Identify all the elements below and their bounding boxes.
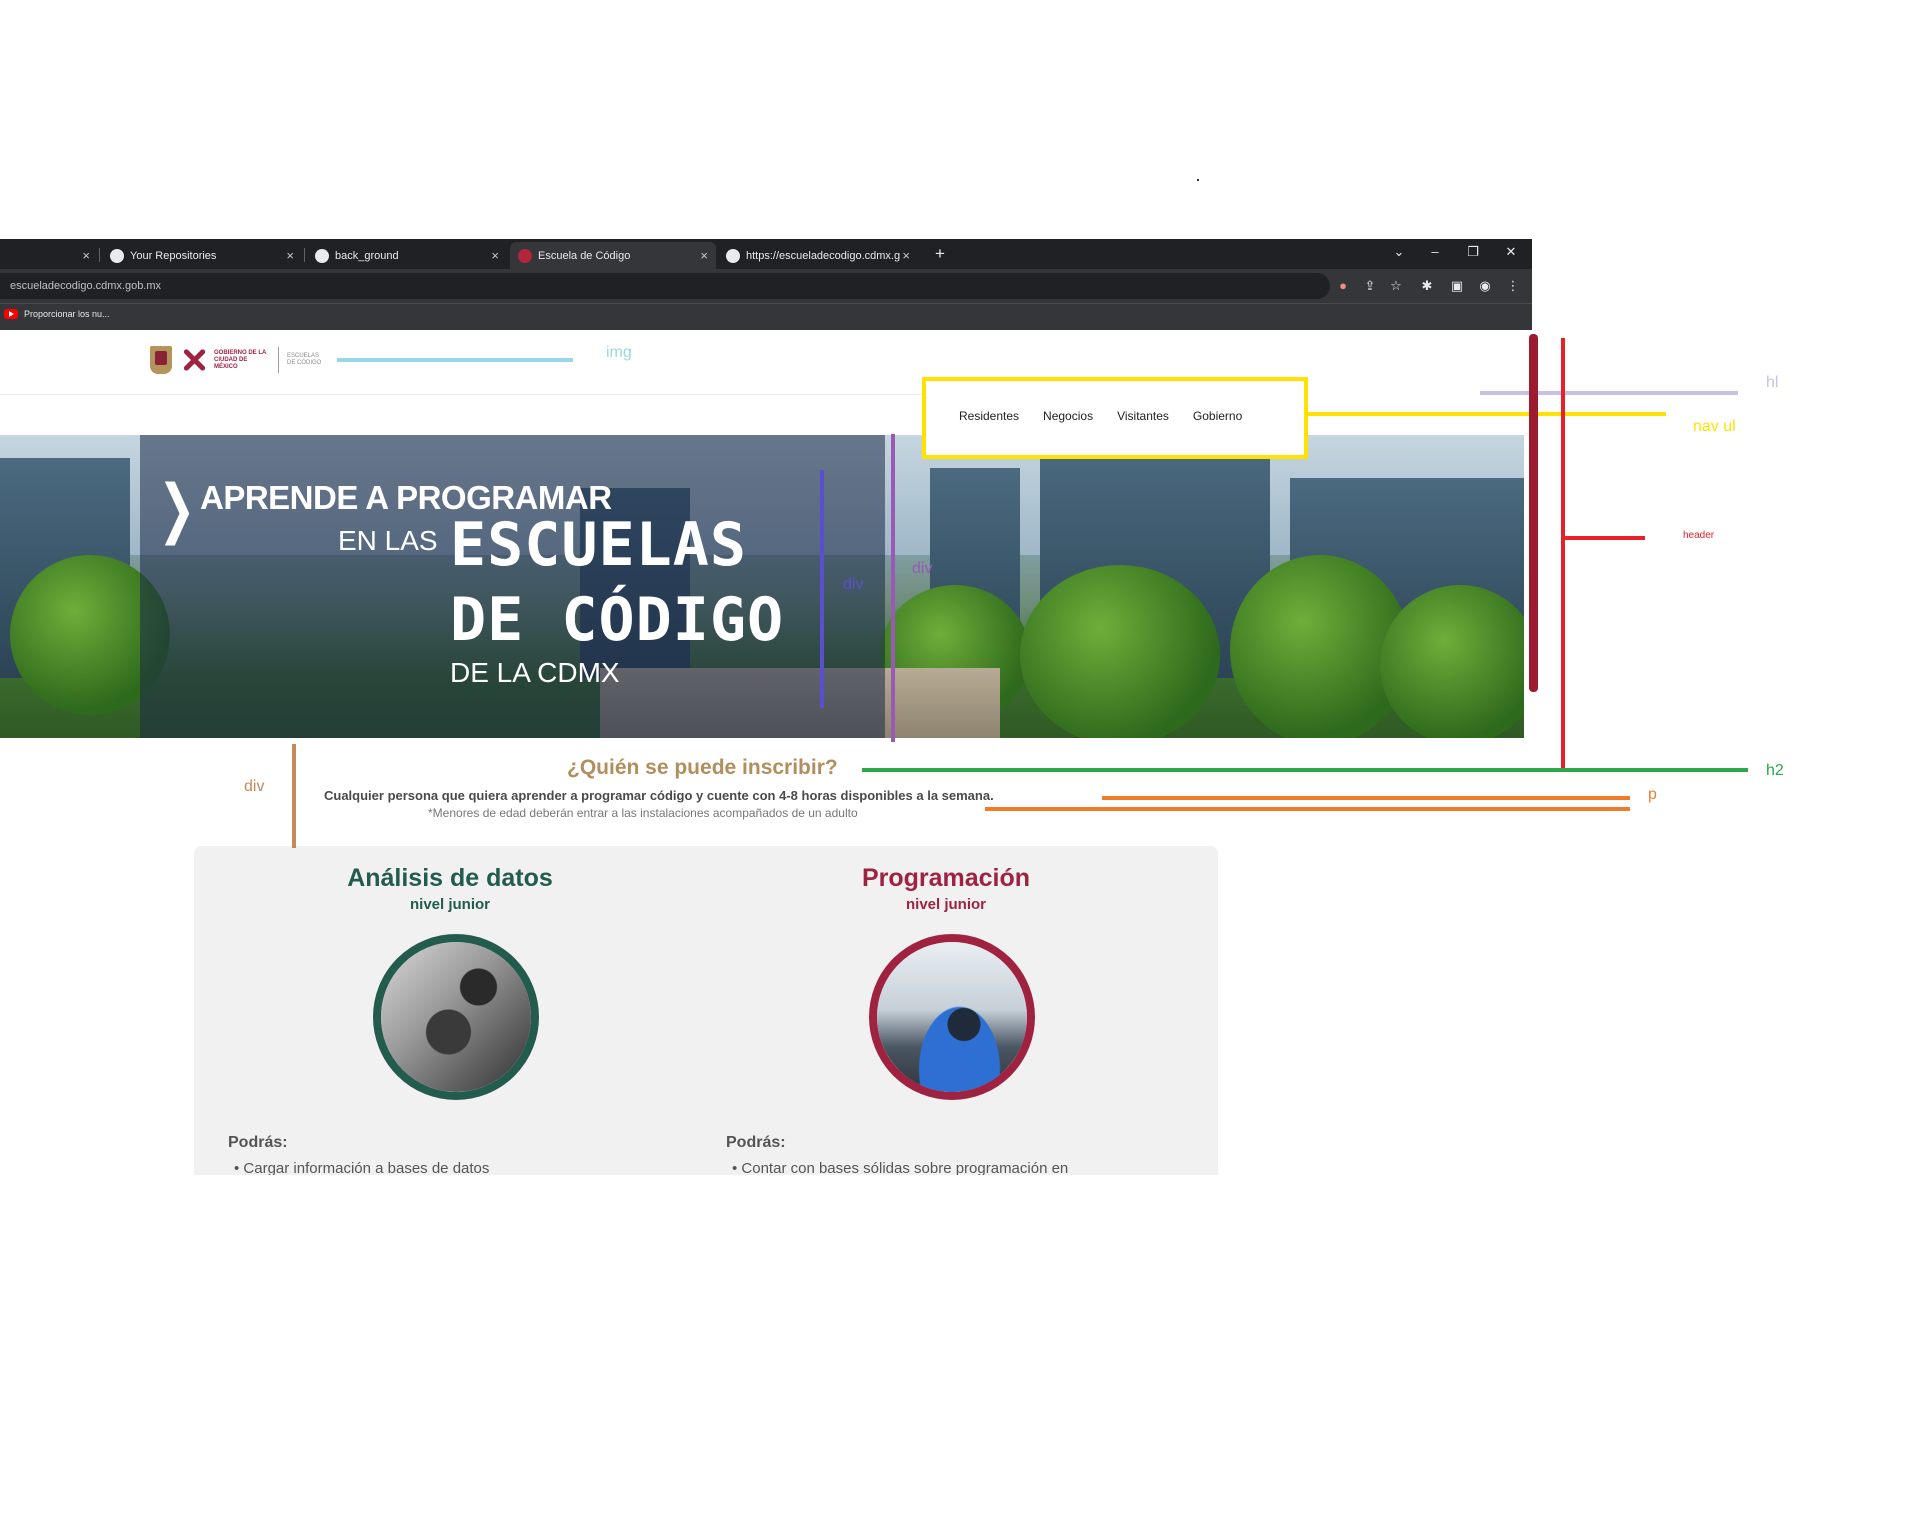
tab-title: Escuela de Código (538, 249, 631, 262)
course-title: Análisis de datos (347, 864, 553, 892)
site-icon (315, 248, 329, 263)
annotation-line-header-v (1561, 338, 1565, 770)
annotation-line-div-purple (891, 434, 895, 742)
course-bullet: • Contar con bases sólidas sobre program… (732, 1160, 1069, 1175)
hero-line-4: DE CÓDIGO (450, 585, 785, 655)
extensions-icon[interactable]: ✱ (1418, 277, 1436, 295)
course-card-programming[interactable]: Programación nivel junior Podrás: • Cont… (690, 846, 1202, 1175)
annotation-nav-ul: nav ul (1693, 418, 1736, 435)
annotation-p: p (1648, 786, 1657, 803)
annotation-hl: hl (1766, 374, 1779, 391)
students-photo (381, 942, 531, 1092)
mic-icon[interactable]: ● (1334, 277, 1352, 295)
course-level: nivel junior (905, 896, 986, 913)
annotation-line-h2 (862, 768, 1748, 772)
course-card-data-analysis[interactable]: Análisis de datos nivel junior Podrás: •… (194, 846, 706, 1175)
browser-window: × Your Repositories × back_ground × Escu… (0, 239, 1532, 330)
stray-dot (1197, 179, 1199, 181)
menu-icon[interactable]: ⋮ (1504, 277, 1522, 295)
tab-title: back_ground (335, 249, 399, 262)
minimize-button[interactable]: – (1424, 244, 1446, 259)
tab-repositories[interactable]: Your Repositories × (102, 242, 302, 269)
header-logo[interactable]: GOBIERNO DE LA CIUDAD DE MÉXICO ESCUELAS… (150, 346, 327, 374)
tab-title: Your Repositories (130, 249, 217, 262)
tab-separator (99, 248, 100, 262)
eligibility-text: Cualquier persona que quiera aprender a … (324, 788, 994, 803)
nav-list: Residentes Negocios Visitantes Gobierno (959, 409, 1266, 423)
section-title: ¿Quién se puede inscribir? (567, 756, 838, 779)
tab-close-icon[interactable]: × (491, 248, 499, 263)
globe-icon (726, 248, 740, 263)
browser-toolbar: escueladecodigo.cdmx.gob.mx ● ⇪ ☆ ✱ ▣ ◉ … (0, 269, 1532, 303)
podras-label: Podrás: (228, 1134, 288, 1151)
course-photo (373, 934, 539, 1100)
star-icon[interactable]: ☆ (1387, 277, 1405, 295)
annotation-line-nav (1308, 412, 1666, 416)
close-window-button[interactable]: ✕ (1500, 244, 1522, 260)
students-photo (877, 942, 1027, 1092)
annotation-line-div-brown (292, 744, 296, 848)
tree (1020, 565, 1220, 738)
restore-button[interactable]: ❐ (1462, 244, 1484, 260)
tab-escueladecodigo-url[interactable]: https://escueladecodigo.cdmx.g × (718, 242, 918, 269)
tab-escuela-de-codigo[interactable]: Escuela de Código × (510, 242, 716, 269)
tab-close-icon[interactable]: × (700, 248, 708, 263)
github-icon (110, 248, 124, 263)
tab-title: https://escueladecodigo.cdmx.g (746, 249, 901, 262)
nav-gobierno[interactable]: Gobierno (1193, 409, 1242, 423)
logo-text: GOBIERNO DE LA CIUDAD DE MÉXICO (214, 349, 267, 370)
annotation-div-brown: div (244, 778, 265, 795)
nav-visitantes[interactable]: Visitantes (1117, 409, 1169, 423)
annotation-line-p-2 (985, 807, 1630, 811)
courses-section: Análisis de datos nivel junior Podrás: •… (194, 846, 1218, 1175)
sidepanel-icon[interactable]: ▣ (1448, 277, 1466, 295)
youtube-icon (4, 309, 18, 319)
annotation-h2: h2 (1766, 762, 1784, 779)
tab-close-icon[interactable]: × (82, 248, 90, 263)
coat-of-arms-icon (150, 346, 172, 374)
hero-line-5: DE LA CDMX (450, 657, 620, 688)
annotation-line-header-h (1565, 536, 1645, 540)
chevron-right-icon: ❯ (158, 472, 196, 544)
bookmarks-bar: Proporcionar los nu... (0, 303, 1532, 330)
course-bullet: • Cargar información a bases de datos (234, 1160, 490, 1175)
annotation-bar-dark (1529, 334, 1538, 692)
course-level: nivel junior (409, 896, 490, 913)
cdmx-favicon-icon (518, 248, 532, 263)
tab-close-icon[interactable]: × (286, 248, 294, 263)
address-bar[interactable]: escueladecodigo.cdmx.gob.mx (0, 273, 1330, 299)
annotation-line-p-1 (1102, 796, 1630, 800)
course-photo (869, 934, 1035, 1100)
bookmark-item[interactable]: Proporcionar los nu... (4, 309, 110, 319)
bookmark-label: Proporcionar los nu... (24, 309, 110, 319)
minors-note: *Menores de edad deberán entrar a las in… (428, 806, 858, 820)
logo-divider (278, 347, 279, 373)
annotation-div-blue: div (843, 576, 864, 593)
main-nav: Residentes Negocios Visitantes Gobierno (922, 377, 1308, 459)
annotation-div-purple: div (912, 560, 933, 577)
course-title: Programación (861, 864, 1031, 892)
annotation-line-img (337, 358, 573, 362)
annotation-line-div-blue (820, 470, 824, 708)
share-icon[interactable]: ⇪ (1361, 277, 1379, 295)
nav-residentes[interactable]: Residentes (959, 409, 1019, 423)
hero-line-2: EN LAS (338, 525, 438, 556)
profile-icon[interactable]: ◉ (1476, 277, 1494, 295)
tab-strip: × Your Repositories × back_ground × Escu… (0, 239, 1532, 269)
hero-banner: ❯ APRENDE A PROGRAMAR EN LAS ESCUELAS DE… (0, 435, 1524, 738)
hero-line-3: ESCUELAS (450, 510, 747, 580)
logo-text-escuelas: ESCUELAS DE CÓDIGO (287, 353, 322, 366)
tab-search-icon[interactable]: ⌄ (1388, 244, 1410, 260)
tab-close-icon[interactable]: × (902, 248, 910, 263)
podras-label: Podrás: (726, 1134, 786, 1151)
annotation-header: header (1683, 530, 1715, 541)
tab-separator (304, 248, 305, 262)
annotation-line-hl (1480, 391, 1738, 395)
tab-background[interactable]: back_ground × (307, 242, 507, 269)
cdmx-logo-icon (180, 346, 208, 374)
nav-negocios[interactable]: Negocios (1043, 409, 1093, 423)
annotation-img: img (606, 344, 632, 361)
tab-0[interactable]: × (0, 242, 98, 269)
new-tab-button[interactable]: + (930, 244, 950, 264)
